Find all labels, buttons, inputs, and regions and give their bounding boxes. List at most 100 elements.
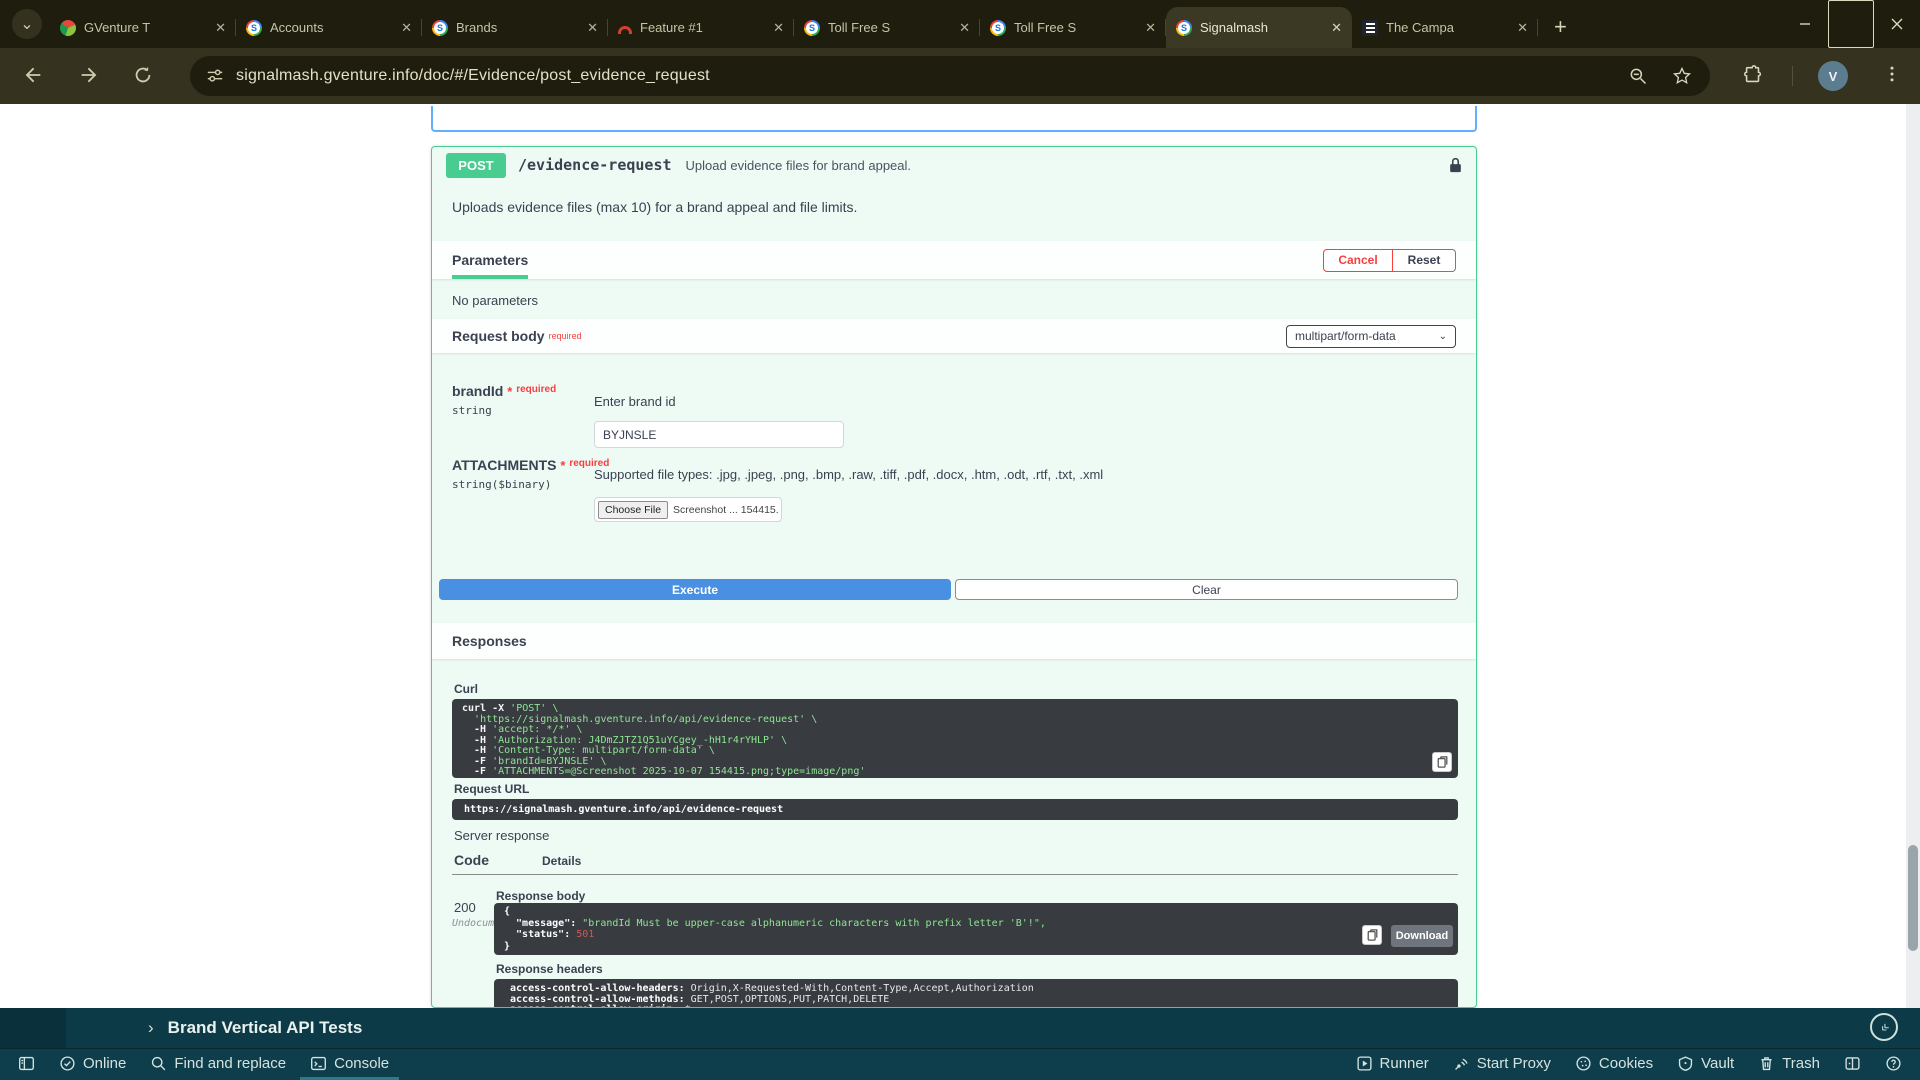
response-body-block[interactable]: { "message": "brandId Must be upper-case… [494,903,1458,955]
download-button[interactable]: Download [1391,925,1453,947]
response-headers-block[interactable]: access-control-allow-headers: Origin,X-R… [494,979,1458,1008]
tab-close-icon[interactable]: ✕ [773,20,784,36]
tab-close-icon[interactable]: ✕ [1145,20,1156,36]
back-button[interactable] [22,64,44,86]
address-bar[interactable]: signalmash.gventure.info/doc/#/Evidence/… [190,56,1710,96]
online-status[interactable]: Online [49,1049,136,1080]
start-proxy-button[interactable]: Start Proxy [1443,1049,1561,1080]
lock-icon[interactable] [1449,157,1462,173]
reload-button[interactable] [132,64,154,86]
tab-close-icon[interactable]: ✕ [587,20,598,36]
find-and-replace-button[interactable]: Find and replace [140,1049,296,1080]
request-body-section-header: Request body required multipart/form-dat… [432,319,1476,353]
chevron-right-icon[interactable]: › [148,1018,154,1038]
minimize-button[interactable] [1782,0,1828,48]
tab-close-icon[interactable]: ✕ [401,20,412,36]
reset-button[interactable]: Reset [1393,249,1456,272]
attachments-field-name: ATTACHMENTS * required [452,457,609,473]
vault-button[interactable]: Vault [1667,1049,1744,1080]
campaign-favicon [1362,20,1378,36]
browser-tab[interactable]: SAccounts✕ [236,7,422,48]
status-bar-right: Runner Start ProxyCookiesVaultTrash [1346,1049,1912,1080]
url-text: signalmash.gventure.info/doc/#/Evidence/… [236,67,710,85]
trash-button[interactable]: Trash [1748,1049,1830,1080]
forward-button[interactable] [78,64,100,86]
tab-title: Toll Free S [828,20,951,35]
collapse-circle-button[interactable]: « [1870,1013,1898,1041]
panes-icon [1844,1055,1861,1072]
brandid-field-type: string [452,404,492,417]
parameters-tab[interactable]: Parameters [452,241,528,279]
tab-title: GVenture T [84,20,207,35]
post-method-badge: POST [446,153,506,178]
new-tab-button[interactable]: + [1554,16,1567,38]
browser-tab[interactable]: GVenture T ✕ [50,7,236,48]
chosen-file-name: Screenshot ... 154415.png [673,504,778,516]
bookmark-star-icon[interactable] [1672,66,1692,86]
copy-curl-button[interactable] [1432,752,1452,772]
site-settings-icon[interactable] [206,67,224,85]
choose-file-button[interactable]: Choose File [598,501,668,519]
endpoint-path: /evidence-request [518,156,672,174]
runner-button[interactable]: Runner [1346,1049,1439,1080]
cancel-button[interactable]: Cancel [1323,249,1393,272]
browser-tab[interactable]: The Campa ✕ [1352,7,1538,48]
console-button[interactable]: Console [300,1049,399,1080]
request-url-label: Request URL [454,782,529,796]
browser-tab-bar: ⌄ GVenture T✕SAccounts✕SBrands✕Feature #… [0,0,1920,48]
browser-tab[interactable]: SToll Free S✕ [980,7,1166,48]
tab-close-icon[interactable]: ✕ [1331,20,1342,36]
tab-title: Accounts [270,20,393,35]
endpoint-header[interactable]: POST /evidence-request Upload evidence f… [432,147,1476,183]
screen: ⌄ GVenture T✕SAccounts✕SBrands✕Feature #… [0,0,1920,1080]
content-type-select[interactable]: multipart/form-data ⌄ [1286,325,1456,348]
browser-tab[interactable]: SSignalmash✕ [1166,7,1352,48]
brandid-input[interactable] [594,421,844,448]
browser-tab[interactable]: Feature #1✕ [608,7,794,48]
tab-close-icon[interactable]: ✕ [215,20,226,36]
extensions-icon[interactable] [1742,64,1764,86]
post-evidence-request-panel: POST /evidence-request Upload evidence f… [431,146,1477,1008]
endpoint-description: Uploads evidence files (max 10) for a br… [452,199,1456,215]
file-input[interactable]: Choose File Screenshot ... 154415.png [594,497,782,522]
close-window-button[interactable] [1874,0,1920,48]
profile-avatar[interactable]: V [1818,61,1848,91]
tab-close-icon[interactable]: ✕ [959,20,970,36]
search-icon [150,1055,167,1072]
cookies-button[interactable]: Cookies [1565,1049,1663,1080]
details-column-header: Details [542,854,581,868]
endpoint-summary: Upload evidence files for brand appeal. [686,158,911,173]
browser-toolbar: signalmash.gventure.info/doc/#/Evidence/… [0,48,1920,104]
status-item-label: Runner [1380,1055,1429,1072]
collection-title[interactable]: Brand Vertical API Tests [168,1018,363,1038]
curl-label: Curl [454,682,478,696]
no-parameters-text: No parameters [452,293,538,308]
server-response-label: Server response [454,828,549,843]
page-scrollbar[interactable] [1906,104,1920,1008]
execute-button[interactable]: Execute [439,579,951,600]
zoom-out-icon[interactable] [1628,66,1648,86]
split-view-button[interactable] [1834,1049,1871,1080]
status-item-label: Online [83,1055,126,1072]
double-chevron-icon: « [1876,1019,1893,1036]
tab-title: Signalmash [1200,20,1323,35]
scrollbar-thumb[interactable] [1908,845,1918,951]
restore-button[interactable] [1828,0,1874,48]
browser-menu-icon[interactable] [1882,64,1902,84]
sidebar-toggle-button[interactable] [8,1049,45,1080]
code-column-header: Code [454,852,489,868]
browser-tab[interactable]: SBrands✕ [422,7,608,48]
curl-command-block[interactable]: curl -X 'POST' \ 'https://signalmash.gve… [452,699,1458,778]
toolbar-divider [1792,66,1793,86]
clear-button[interactable]: Clear [955,579,1458,600]
request-body-label: Request body [452,328,545,344]
tab-search-button[interactable]: ⌄ [12,9,42,39]
help-button[interactable] [1875,1049,1912,1080]
browser-tab[interactable]: SToll Free S✕ [794,7,980,48]
attachments-field-type: string($binary) [452,478,551,491]
copy-response-button[interactable] [1362,925,1382,945]
tab-close-icon[interactable]: ✕ [1517,20,1528,36]
collection-row[interactable]: › Brand Vertical API Tests « [0,1008,1920,1048]
proxy-icon [1453,1055,1470,1072]
tab-title: The Campa [1386,20,1509,35]
